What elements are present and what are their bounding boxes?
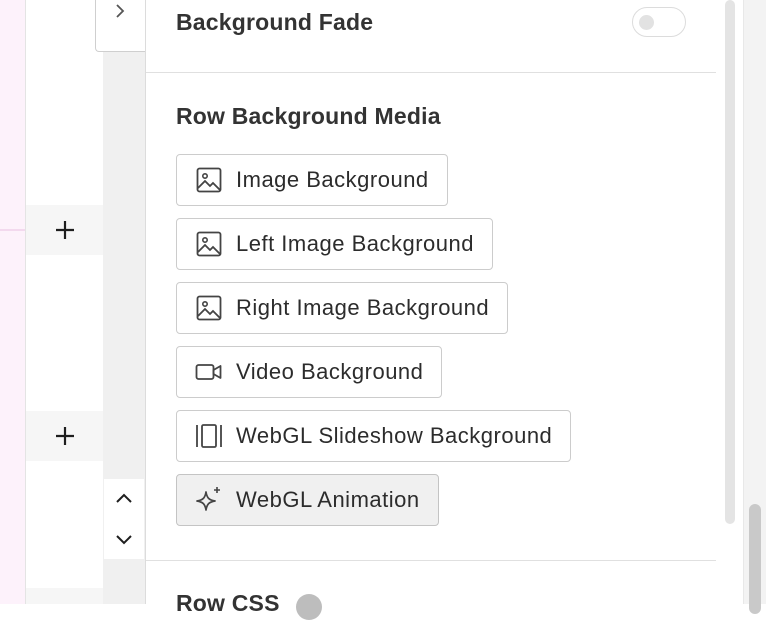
page-scrollbar-thumb[interactable] (749, 504, 761, 614)
move-down-button[interactable] (104, 519, 144, 559)
chevron-right-icon (115, 4, 124, 18)
media-button-label: Image Background (236, 167, 429, 192)
section-divider (146, 72, 716, 73)
collapse-panel-button[interactable] (95, 0, 145, 52)
image-background-button[interactable]: Image Background (176, 154, 448, 206)
image-icon (194, 165, 224, 195)
move-up-button[interactable] (104, 479, 144, 519)
background-fade-label: Background Fade (176, 8, 374, 35)
left-canvas-strip (0, 0, 25, 604)
panel-scrollbar-thumb[interactable] (725, 0, 735, 524)
webgl-animation-button[interactable]: WebGL Animation (176, 474, 439, 526)
add-row-button[interactable] (26, 588, 103, 604)
slideshow-icon (194, 421, 224, 451)
add-row-button[interactable] (26, 205, 103, 255)
chevron-up-icon (116, 493, 132, 503)
media-button-label: WebGL Animation (236, 487, 420, 512)
right-image-background-button[interactable]: Right Image Background (176, 282, 509, 334)
section-divider (146, 560, 716, 561)
left-divider (25, 0, 26, 604)
sparkles-icon (194, 485, 224, 515)
help-icon[interactable] (296, 594, 322, 620)
plus-icon (55, 221, 74, 239)
media-button-label: Left Image Background (236, 231, 474, 256)
media-button-label: WebGL Slideshow Background (236, 423, 553, 448)
row-settings-panel: Background Fade Row Background Media Ima… (146, 0, 716, 620)
left-image-background-button[interactable]: Left Image Background (176, 218, 493, 270)
plus-icon (55, 427, 74, 445)
image-icon (194, 293, 224, 323)
background-fade-toggle[interactable] (632, 7, 686, 37)
row-move-controls (104, 479, 144, 559)
video-icon (194, 357, 224, 387)
media-button-label: Video Background (236, 359, 424, 384)
chevron-down-icon (116, 535, 132, 545)
image-icon (194, 229, 224, 259)
toggle-knob (639, 15, 654, 30)
add-row-button[interactable] (26, 411, 103, 461)
row-boundary-line (0, 229, 25, 231)
media-button-label: Right Image Background (236, 295, 490, 320)
video-background-button[interactable]: Video Background (176, 346, 443, 398)
webgl-slideshow-background-button[interactable]: WebGL Slideshow Background (176, 410, 572, 462)
background-fade-row: Background Fade (176, 0, 686, 44)
row-background-media-title: Row Background Media (176, 103, 441, 129)
